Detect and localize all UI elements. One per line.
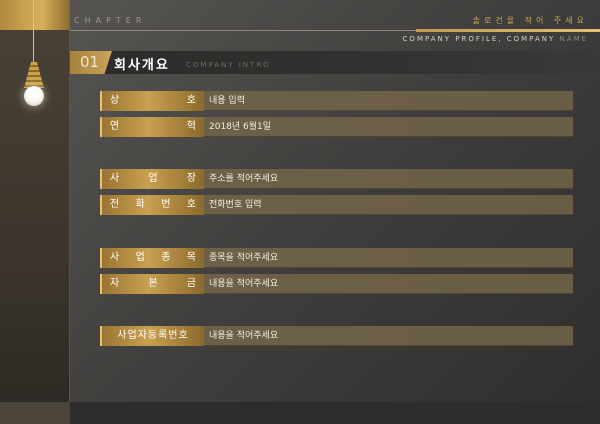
label-char: 전: [110, 199, 120, 210]
label-text: 사업자등록번호: [117, 330, 189, 341]
info-row-capital: 자 본 금 내용을 적어주세요: [100, 274, 573, 294]
chapter-label: CHAPTER: [74, 16, 147, 25]
row-label: 연 혁: [100, 117, 204, 137]
info-row-company-name: 상 호 내용 입력: [100, 91, 573, 111]
row-value-field[interactable]: 전화번호 입력: [204, 195, 573, 215]
row-value: 종목을 적어주세요: [209, 253, 279, 263]
label-char: 호: [186, 199, 196, 210]
label-char: 호: [186, 95, 196, 106]
slide: CHAPTER 솔로건을 적어 주세요 COMPANY PROFILE, COM…: [0, 0, 600, 424]
header-gold-accent: [416, 29, 600, 32]
row-value-field[interactable]: 내용을 적어주세요: [204, 326, 573, 346]
label-char: 혁: [186, 121, 196, 132]
row-label: 전 화 번 호: [100, 195, 204, 215]
row-value: 내용을 적어주세요: [209, 279, 279, 289]
label-char: 장: [186, 173, 196, 184]
label-char: 연: [110, 121, 120, 132]
left-bottom-strip: [0, 402, 70, 424]
row-label: 자 본 금: [100, 274, 204, 294]
row-value-field[interactable]: 내용을 적어주세요: [204, 274, 573, 294]
info-row-history: 연 혁 2018년 6월1일: [100, 117, 573, 137]
row-value: 내용을 적어주세요: [209, 331, 279, 341]
label-char: 금: [186, 278, 196, 289]
row-label: 사업자등록번호: [100, 326, 204, 346]
label-char: 자: [110, 278, 120, 289]
light-bulb-icon: [24, 86, 44, 106]
info-row-phone: 전 화 번 호 전화번호 입력: [100, 195, 573, 215]
row-value: 주소를 적어주세요: [209, 174, 279, 184]
row-value: 내용 입력: [209, 96, 245, 106]
row-value-field[interactable]: 내용 입력: [204, 91, 573, 111]
row-value: 전화번호 입력: [209, 200, 262, 210]
row-label: 상 호: [100, 91, 204, 111]
section-number: 01: [80, 53, 100, 71]
label-char: 상: [110, 95, 120, 106]
row-label: 사 업 종 목: [100, 248, 204, 268]
info-row-business-address: 사 업 장 주소를 적어주세요: [100, 169, 573, 189]
row-value-field[interactable]: 주소를 적어주세요: [204, 169, 573, 189]
subheader-main: COMPANY PROFILE, COMPANY: [402, 35, 556, 43]
label-char: 번: [161, 199, 171, 210]
label-char: 사: [110, 173, 120, 184]
row-value-field[interactable]: 종목을 적어주세요: [204, 248, 573, 268]
label-char: 사: [110, 252, 120, 263]
info-row-business-type: 사 업 종 목 종목을 적어주세요: [100, 248, 573, 268]
info-row-business-registration: 사업자등록번호 내용을 적어주세요: [100, 326, 573, 346]
company-profile-subheader: COMPANY PROFILE, COMPANY NAME: [403, 35, 588, 43]
section-title: 회사개요: [114, 58, 170, 73]
row-value: 2018년 6월1일: [209, 122, 272, 132]
subheader-dim: NAME: [559, 35, 588, 43]
slogan-title: 솔로건을 적어 주세요: [472, 16, 588, 25]
bottom-strip: [70, 402, 600, 424]
label-char: 종: [161, 252, 171, 263]
section-subtitle: COMPANY INTRO: [186, 61, 271, 69]
label-char: 화: [135, 199, 145, 210]
label-char: 목: [186, 252, 196, 263]
header-divider: [70, 30, 416, 31]
row-label: 사 업 장: [100, 169, 204, 189]
left-gold-block: [0, 0, 70, 30]
label-char: 업: [148, 173, 158, 184]
lamp-cord: [33, 0, 34, 66]
row-value-field[interactable]: 2018년 6월1일: [204, 117, 573, 137]
label-char: 업: [135, 252, 145, 263]
label-char: 본: [148, 278, 158, 289]
